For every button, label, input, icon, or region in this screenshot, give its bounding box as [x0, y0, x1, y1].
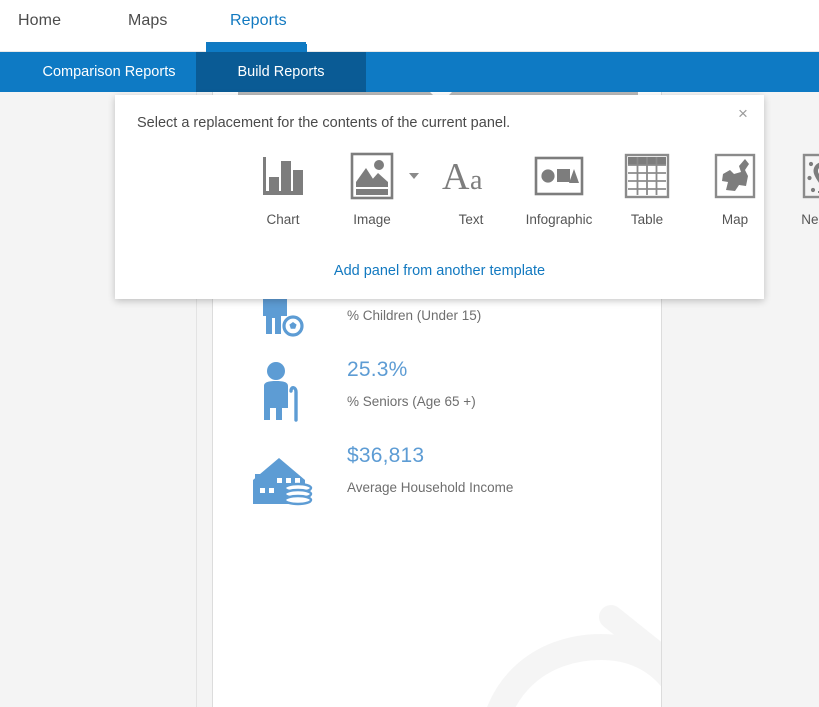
top-navigation: Home Maps Reports — [0, 0, 819, 52]
svg-text:A: A — [442, 156, 470, 198]
nav-item-maps[interactable]: Maps — [126, 9, 170, 33]
option-table[interactable]: Table — [601, 147, 693, 227]
option-nearby-label: Nearby — [801, 212, 819, 227]
close-icon[interactable]: × — [732, 103, 754, 125]
stat-label: % Seniors (Age 65 +) — [347, 394, 476, 409]
chevron-down-icon[interactable] — [409, 173, 419, 179]
stat-row[interactable]: 25.3% % Seniors (Age 65 +) — [213, 354, 661, 440]
map-pin-icon — [777, 147, 819, 205]
tab-build-reports-label: Build Reports — [237, 64, 325, 80]
card-watermark-icon — [487, 605, 661, 707]
option-infographic-label: Infographic — [525, 212, 593, 227]
nav-item-reports[interactable]: Reports — [206, 9, 306, 45]
nav-item-reports-label: Reports — [230, 12, 287, 29]
app-window: Home Maps Reports Comparison Reports Bui… — [0, 0, 819, 707]
option-infographic[interactable]: Infographic — [513, 147, 605, 227]
nav-item-home-label: Home — [18, 12, 62, 29]
senior-cane-icon — [264, 362, 298, 422]
option-table-label: Table — [630, 212, 664, 227]
option-map[interactable]: Map — [689, 147, 781, 227]
panel-type-options: Chart Image A a Text Infographic Table M… — [115, 147, 819, 242]
option-text[interactable]: A a Text — [425, 147, 517, 227]
sub-navigation: Comparison Reports Build Reports — [0, 52, 819, 92]
house-coins-icon — [253, 458, 313, 506]
dialog-prompt: Select a replacement for the contents of… — [137, 115, 511, 131]
table-grid-icon — [601, 147, 693, 205]
tab-build-reports[interactable]: Build Reports — [196, 52, 366, 92]
bar-chart-icon — [237, 147, 329, 205]
option-image[interactable]: Image — [326, 147, 419, 227]
option-text-label: Text — [458, 212, 484, 227]
stat-label: % Children (Under 15) — [347, 308, 482, 323]
add-panel-from-template-link[interactable]: Add panel from another template — [115, 263, 764, 279]
tab-comparison-reports[interactable]: Comparison Reports — [16, 52, 202, 92]
stat-row[interactable]: $36,813 Average Household Income — [213, 440, 661, 526]
stat-label: Average Household Income — [347, 480, 514, 495]
option-map-label: Map — [721, 212, 749, 227]
replace-panel-dialog: × Select a replacement for the contents … — [115, 95, 819, 299]
nav-item-maps-label: Maps — [128, 12, 168, 29]
tab-comparison-reports-label: Comparison Reports — [42, 64, 176, 80]
text-aa-icon: A a — [425, 147, 517, 205]
image-icon — [326, 147, 418, 205]
svg-text:a: a — [470, 165, 483, 196]
nav-item-home[interactable]: Home — [16, 9, 63, 33]
option-chart[interactable]: Chart — [237, 147, 329, 227]
stat-value: $36,813 — [347, 444, 425, 467]
option-nearby[interactable]: Nearby — [777, 147, 819, 227]
infographic-shapes-icon — [513, 147, 605, 205]
option-image-label: Image — [353, 212, 391, 227]
map-shape-icon — [689, 147, 781, 205]
stat-value: 25.3% — [347, 358, 408, 381]
option-chart-label: Chart — [266, 212, 300, 227]
